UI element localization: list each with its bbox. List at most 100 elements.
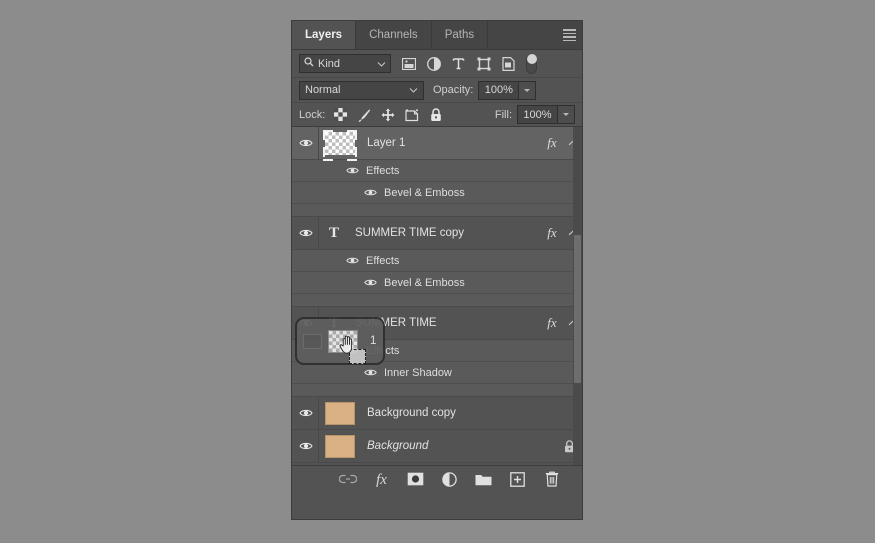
filter-pixel-layers-icon[interactable] [401, 56, 416, 71]
layer-row-layer-1[interactable]: Layer 1 fx [292, 127, 582, 161]
effect-label: Bevel & Emboss [384, 186, 465, 199]
lock-transparent-pixels-icon[interactable] [333, 108, 347, 122]
effects-list-spacer [292, 384, 582, 397]
adjustment-circle-icon [442, 471, 457, 490]
blend-mode-dropdown[interactable]: Normal [299, 80, 424, 100]
layer-list-scrollbar[interactable] [573, 127, 582, 465]
drag-ghost-label: 1 [370, 335, 377, 347]
layer-thumbnail [323, 129, 357, 161]
tab-bar-filler [488, 21, 556, 49]
type-layer-icon: T [328, 224, 339, 241]
search-icon [304, 57, 314, 70]
new-layer-button[interactable] [509, 471, 526, 490]
new-layer-icon [510, 471, 525, 490]
layer-name[interactable]: Background [361, 440, 556, 452]
layer-row-background[interactable]: Background [292, 430, 582, 463]
panel-footer-strip [292, 495, 582, 504]
layer-thumbnail-cell[interactable] [319, 129, 361, 161]
eye-icon [298, 228, 313, 238]
opacity-label: Opacity: [433, 84, 474, 96]
lock-position-icon[interactable] [381, 108, 395, 122]
hand-cursor-icon [339, 335, 355, 357]
hamburger-menu-icon[interactable] [556, 21, 582, 49]
layer-fx-badge[interactable]: fx [540, 315, 564, 331]
layer-thumbnail [325, 401, 355, 425]
layer-visibility-toggle[interactable] [292, 217, 319, 249]
chevron-down-icon [377, 58, 386, 70]
blend-opacity-row: Normal Opacity: 100% [292, 77, 582, 102]
lock-row: Lock: Fill: 100% [292, 102, 582, 127]
folder-icon [475, 473, 492, 489]
layer-thumbnail-cell[interactable] [319, 434, 361, 458]
opacity-stepper[interactable] [519, 80, 537, 100]
eye-icon[interactable] [346, 166, 359, 176]
tab-channels[interactable]: Channels [356, 21, 432, 49]
new-group-button[interactable] [475, 472, 492, 489]
panel-tab-bar: Layers Channels Paths [292, 21, 582, 50]
layer-effect-row-bevel-emboss[interactable]: Bevel & Emboss [292, 182, 582, 204]
filter-type-layers-icon[interactable] [451, 56, 466, 71]
scrollbar-thumb[interactable] [574, 235, 581, 383]
new-fill-adjustment-layer-button[interactable] [441, 471, 458, 490]
fill-field-group[interactable]: 100% [517, 105, 575, 124]
opacity-input[interactable]: 100% [478, 80, 520, 100]
lock-icon-group [333, 107, 443, 122]
trash-icon [545, 471, 559, 490]
tab-paths[interactable]: Paths [431, 21, 489, 49]
lock-artboard-nesting-icon[interactable] [405, 108, 419, 122]
layer-filter-row: Kind [292, 50, 582, 77]
effects-group-label: Effects [366, 164, 400, 177]
chevron-down-icon [409, 84, 418, 96]
layer-name[interactable]: SUMMER TIME copy [349, 227, 540, 239]
layer-list[interactable]: Layer 1 fx Effects Bevel & Emboss T SUMM… [292, 127, 582, 465]
layer-effect-row-bevel-emboss[interactable]: Bevel & Emboss [292, 272, 582, 294]
layer-row-summer-time-copy[interactable]: T SUMMER TIME copy fx [292, 217, 582, 250]
layer-thumbnail [325, 434, 355, 458]
layer-effects-group-row[interactable]: Effects [292, 160, 582, 182]
layer-effect-row-inner-shadow[interactable]: Inner Shadow [292, 362, 582, 384]
layer-thumbnail-cell[interactable] [319, 401, 361, 425]
eye-icon[interactable] [364, 368, 377, 378]
eye-icon [298, 138, 313, 148]
effects-list-spacer [292, 204, 582, 217]
layer-visibility-toggle[interactable] [292, 397, 319, 429]
effect-label: Inner Shadow [384, 366, 452, 379]
eye-icon[interactable] [364, 188, 377, 198]
link-icon [338, 474, 357, 487]
add-layer-mask-button[interactable] [407, 472, 424, 489]
filter-smart-object-icon[interactable] [501, 56, 516, 71]
eye-icon[interactable] [346, 256, 359, 266]
layer-name[interactable]: Background copy [361, 407, 556, 419]
lock-image-pixels-icon[interactable] [357, 108, 371, 122]
effects-list-spacer [292, 294, 582, 307]
filter-adjustment-layers-icon[interactable] [426, 56, 441, 71]
tab-layers[interactable]: Layers [292, 21, 357, 49]
eye-icon[interactable] [364, 278, 377, 288]
layers-panel: Layers Channels Paths Kind Normal Opacit… [291, 20, 583, 520]
layer-mask-icon [407, 472, 424, 489]
delete-layer-button[interactable] [543, 471, 560, 490]
layer-name[interactable]: Layer 1 [361, 137, 540, 149]
blend-mode-value: Normal [305, 84, 341, 96]
layer-effects-group-row[interactable]: Effects [292, 250, 582, 272]
filter-type-icons [401, 56, 516, 71]
layer-visibility-toggle[interactable] [292, 430, 319, 462]
layer-row-background-copy[interactable]: Background copy [292, 397, 582, 430]
chevron-down-icon [563, 113, 569, 116]
filter-kind-label: Kind [318, 57, 341, 70]
layer-visibility-toggle[interactable] [292, 127, 319, 159]
layer-fx-badge[interactable]: fx [540, 135, 564, 151]
filter-shape-layers-icon[interactable] [476, 56, 491, 71]
filter-enable-toggle[interactable] [526, 53, 537, 74]
layer-drag-ghost[interactable]: 1 [295, 317, 385, 365]
opacity-field-group[interactable]: 100% [478, 80, 537, 100]
add-layer-style-button[interactable]: fx [373, 472, 390, 489]
link-layers-button[interactable] [338, 472, 357, 489]
lock-all-icon[interactable] [429, 107, 443, 122]
layer-fx-badge[interactable]: fx [540, 225, 564, 241]
fill-stepper[interactable] [558, 105, 575, 124]
lock-label: Lock: [299, 108, 326, 121]
chevron-down-icon [524, 88, 531, 92]
filter-kind-dropdown[interactable]: Kind [299, 54, 391, 73]
fill-input[interactable]: 100% [517, 105, 558, 124]
